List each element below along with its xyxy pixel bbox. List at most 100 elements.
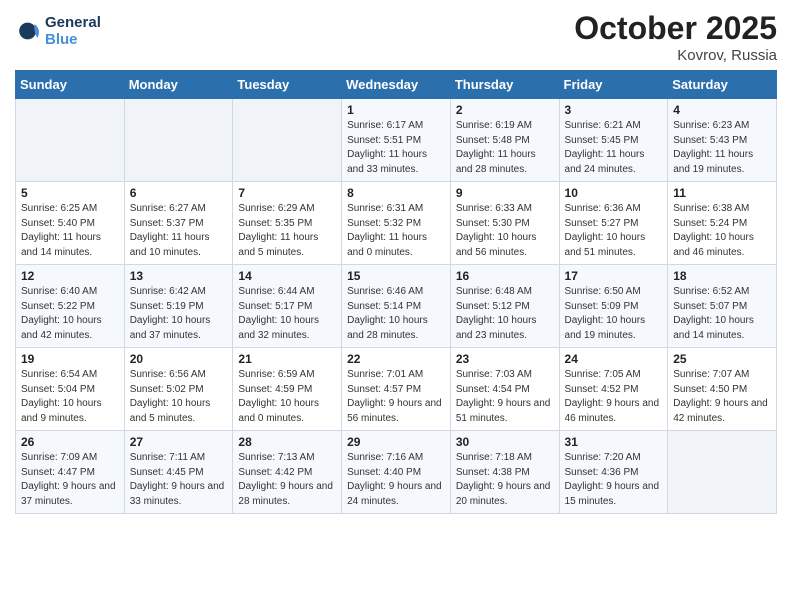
logo-icon	[15, 17, 43, 45]
weekday-header-sunday: Sunday	[16, 71, 125, 99]
day-number: 25	[673, 352, 771, 366]
day-info: Sunrise: 6:54 AMSunset: 5:04 PMDaylight:…	[21, 368, 119, 426]
day-number: 9	[456, 186, 554, 200]
day-number: 22	[347, 352, 445, 366]
day-number: 21	[238, 352, 336, 366]
calendar-cell: 13Sunrise: 6:42 AMSunset: 5:19 PMDayligh…	[124, 265, 233, 348]
day-number: 27	[130, 435, 228, 449]
day-number: 30	[456, 435, 554, 449]
calendar-cell: 12 Sunrise: 6:40 AMSunset: 5:22 PMDayligh…	[16, 265, 125, 348]
day-info: Sunrise: 6:29 AMSunset: 5:35 PMDaylight:…	[238, 202, 336, 260]
day-info: Sunrise: 6:44 AMSunset: 5:17 PMDaylight:…	[238, 285, 336, 343]
day-info: Sunrise: 6:33 AMSunset: 5:30 PMDaylight:…	[456, 202, 554, 260]
day-info: Sunrise: 6:17 AMSunset: 5:51 PMDaylight:…	[347, 119, 445, 177]
calendar-table: SundayMondayTuesdayWednesdayThursdayFrid…	[15, 70, 777, 514]
logo: General Blue	[15, 14, 101, 48]
calendar-cell: 6 Sunrise: 6:27 AMSunset: 5:37 PMDaylight…	[124, 182, 233, 265]
day-number: 1	[347, 103, 445, 117]
calendar-cell: 21 Sunrise: 6:59 AMSunset: 4:59 PMDayligh…	[233, 348, 342, 431]
day-number: 11	[673, 186, 771, 200]
calendar-cell: 18 Sunrise: 6:52 AMSunset: 5:07 PMDayligh…	[668, 265, 777, 348]
calendar-container: General Blue October 2025 Kovrov, Russia…	[0, 0, 792, 524]
week-row-2: 5Sunrise: 6:25 AMSunset: 5:40 PMDaylight…	[16, 182, 777, 265]
day-number: 2	[456, 103, 554, 117]
day-number: 26	[21, 435, 119, 449]
calendar-cell: 2 Sunrise: 6:19 AMSunset: 5:48 PMDaylight…	[450, 99, 559, 182]
day-info: Sunrise: 6:27 AMSunset: 5:37 PMDaylight:…	[130, 202, 228, 260]
week-row-4: 19 Sunrise: 6:54 AMSunset: 5:04 PMDayligh…	[16, 348, 777, 431]
day-info: Sunrise: 7:01 AMSunset: 4:57 PMDaylight:…	[347, 368, 445, 426]
title-area: October 2025 Kovrov, Russia	[574, 10, 777, 64]
location: Kovrov, Russia	[574, 47, 777, 64]
day-info: Sunrise: 6:31 AMSunset: 5:32 PMDaylight:…	[347, 202, 445, 260]
day-number: 17	[565, 269, 663, 283]
week-row-3: 12 Sunrise: 6:40 AMSunset: 5:22 PMDayligh…	[16, 265, 777, 348]
day-info: Sunrise: 6:48 AMSunset: 5:12 PMDaylight:…	[456, 285, 554, 343]
calendar-cell: 30 Sunrise: 7:18 AMSunset: 4:38 PMDayligh…	[450, 431, 559, 514]
week-row-5: 26 Sunrise: 7:09 AMSunset: 4:47 PMDayligh…	[16, 431, 777, 514]
day-number: 5	[21, 186, 119, 200]
calendar-cell	[233, 99, 342, 182]
weekday-header-row: SundayMondayTuesdayWednesdayThursdayFrid…	[16, 71, 777, 99]
weekday-header-saturday: Saturday	[668, 71, 777, 99]
week-row-1: 1 Sunrise: 6:17 AMSunset: 5:51 PMDaylight…	[16, 99, 777, 182]
calendar-cell: 10Sunrise: 6:36 AMSunset: 5:27 PMDayligh…	[559, 182, 668, 265]
calendar-cell: 3 Sunrise: 6:21 AMSunset: 5:45 PMDaylight…	[559, 99, 668, 182]
day-info: Sunrise: 7:16 AMSunset: 4:40 PMDaylight:…	[347, 451, 445, 509]
day-number: 28	[238, 435, 336, 449]
calendar-cell: 7 Sunrise: 6:29 AMSunset: 5:35 PMDaylight…	[233, 182, 342, 265]
day-number: 15	[347, 269, 445, 283]
day-number: 19	[21, 352, 119, 366]
day-number: 14	[238, 269, 336, 283]
day-info: Sunrise: 6:40 AMSunset: 5:22 PMDaylight:…	[21, 285, 119, 343]
day-info: Sunrise: 7:07 AMSunset: 4:50 PMDaylight:…	[673, 368, 771, 426]
month-title: October 2025	[574, 10, 777, 47]
day-number: 18	[673, 269, 771, 283]
day-number: 12	[21, 269, 119, 283]
day-info: Sunrise: 6:46 AMSunset: 5:14 PMDaylight:…	[347, 285, 445, 343]
weekday-header-thursday: Thursday	[450, 71, 559, 99]
day-number: 7	[238, 186, 336, 200]
calendar-cell	[668, 431, 777, 514]
calendar-cell: 17 Sunrise: 6:50 AMSunset: 5:09 PMDayligh…	[559, 265, 668, 348]
day-info: Sunrise: 6:52 AMSunset: 5:07 PMDaylight:…	[673, 285, 771, 343]
calendar-cell: 1 Sunrise: 6:17 AMSunset: 5:51 PMDaylight…	[342, 99, 451, 182]
day-number: 8	[347, 186, 445, 200]
day-number: 4	[673, 103, 771, 117]
day-info: Sunrise: 6:56 AMSunset: 5:02 PMDaylight:…	[130, 368, 228, 426]
calendar-cell: 14 Sunrise: 6:44 AMSunset: 5:17 PMDayligh…	[233, 265, 342, 348]
calendar-cell: 22 Sunrise: 7:01 AMSunset: 4:57 PMDayligh…	[342, 348, 451, 431]
calendar-cell: 27 Sunrise: 7:11 AMSunset: 4:45 PMDayligh…	[124, 431, 233, 514]
day-info: Sunrise: 6:50 AMSunset: 5:09 PMDaylight:…	[565, 285, 663, 343]
day-number: 24	[565, 352, 663, 366]
day-info: Sunrise: 6:59 AMSunset: 4:59 PMDaylight:…	[238, 368, 336, 426]
day-number: 13	[130, 269, 228, 283]
day-number: 3	[565, 103, 663, 117]
day-info: Sunrise: 7:11 AMSunset: 4:45 PMDaylight:…	[130, 451, 228, 509]
weekday-header-wednesday: Wednesday	[342, 71, 451, 99]
calendar-cell: 16 Sunrise: 6:48 AMSunset: 5:12 PMDayligh…	[450, 265, 559, 348]
calendar-cell: 5Sunrise: 6:25 AMSunset: 5:40 PMDaylight…	[16, 182, 125, 265]
weekday-header-monday: Monday	[124, 71, 233, 99]
calendar-cell	[124, 99, 233, 182]
calendar-cell: 31Sunrise: 7:20 AMSunset: 4:36 PMDayligh…	[559, 431, 668, 514]
logo-text: General Blue	[45, 14, 101, 48]
calendar-cell: 29Sunrise: 7:16 AMSunset: 4:40 PMDayligh…	[342, 431, 451, 514]
day-number: 31	[565, 435, 663, 449]
calendar-cell: 26 Sunrise: 7:09 AMSunset: 4:47 PMDayligh…	[16, 431, 125, 514]
calendar-cell: 25 Sunrise: 7:07 AMSunset: 4:50 PMDayligh…	[668, 348, 777, 431]
day-info: Sunrise: 6:19 AMSunset: 5:48 PMDaylight:…	[456, 119, 554, 177]
day-info: Sunrise: 7:05 AMSunset: 4:52 PMDaylight:…	[565, 368, 663, 426]
day-info: Sunrise: 6:38 AMSunset: 5:24 PMDaylight:…	[673, 202, 771, 260]
day-info: Sunrise: 6:36 AMSunset: 5:27 PMDaylight:…	[565, 202, 663, 260]
day-number: 16	[456, 269, 554, 283]
day-number: 6	[130, 186, 228, 200]
day-number: 23	[456, 352, 554, 366]
day-info: Sunrise: 6:21 AMSunset: 5:45 PMDaylight:…	[565, 119, 663, 177]
calendar-cell: 23Sunrise: 7:03 AMSunset: 4:54 PMDayligh…	[450, 348, 559, 431]
calendar-cell: 24 Sunrise: 7:05 AMSunset: 4:52 PMDayligh…	[559, 348, 668, 431]
day-info: Sunrise: 7:09 AMSunset: 4:47 PMDaylight:…	[21, 451, 119, 509]
calendar-cell: 11 Sunrise: 6:38 AMSunset: 5:24 PMDayligh…	[668, 182, 777, 265]
weekday-header-tuesday: Tuesday	[233, 71, 342, 99]
day-info: Sunrise: 7:18 AMSunset: 4:38 PMDaylight:…	[456, 451, 554, 509]
